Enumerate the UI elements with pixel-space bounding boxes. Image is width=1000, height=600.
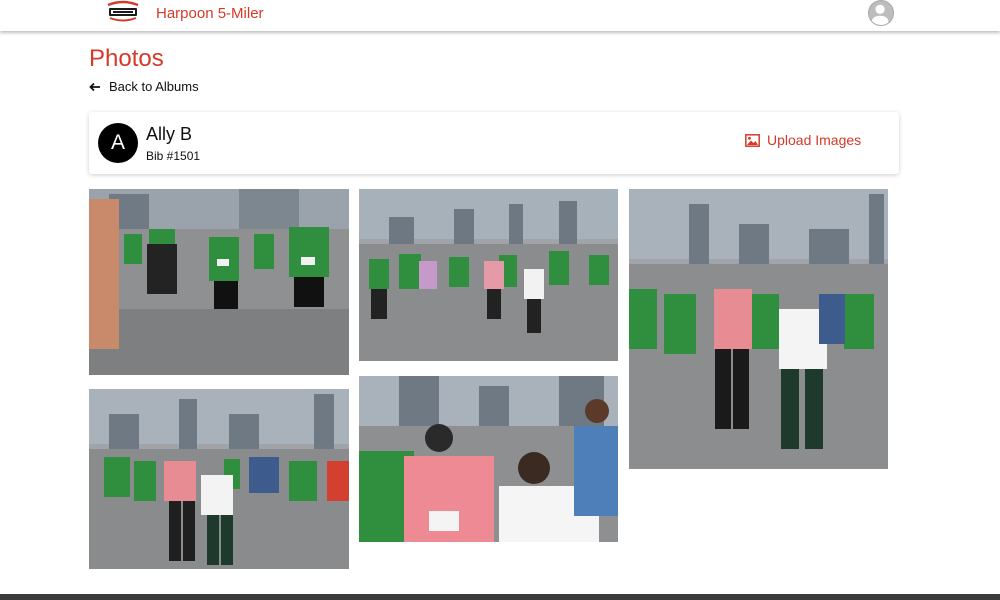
user-avatar-icon <box>871 4 889 25</box>
back-to-albums-link[interactable]: Back to Albums <box>89 79 199 94</box>
race-photo-5[interactable] <box>359 376 618 542</box>
image-icon <box>745 133 760 147</box>
upload-images-label: Upload Images <box>767 132 862 148</box>
arrow-left-icon <box>89 82 100 91</box>
race-photo-4[interactable] <box>89 389 349 569</box>
race-photo-1[interactable] <box>89 189 349 375</box>
account-avatar-button[interactable] <box>868 0 894 26</box>
race-photo-2[interactable] <box>359 189 618 361</box>
runner-avatar: A <box>98 123 138 163</box>
brand-title-link[interactable]: Harpoon 5-Miler <box>156 5 264 22</box>
harpoon-logo-icon[interactable] <box>106 0 140 24</box>
race-photo-image <box>359 376 618 542</box>
footer-bar <box>0 594 1000 600</box>
race-photo-image <box>359 189 618 361</box>
runner-profile-card: A Ally B Bib #1501 Upload Images <box>89 112 899 174</box>
runner-name: Ally B <box>146 124 193 144</box>
top-navigation-bar: Harpoon 5-Miler <box>0 0 1000 31</box>
back-to-albums-label: Back to Albums <box>109 79 199 94</box>
runner-bib-number: Bib #1501 <box>146 149 201 163</box>
page-title: Photos <box>89 45 164 72</box>
race-photo-image <box>89 389 349 569</box>
race-photo-image <box>629 189 888 469</box>
race-photo-image <box>89 189 349 375</box>
race-photo-3[interactable] <box>629 189 888 469</box>
upload-images-button[interactable]: Upload Images <box>745 132 861 148</box>
